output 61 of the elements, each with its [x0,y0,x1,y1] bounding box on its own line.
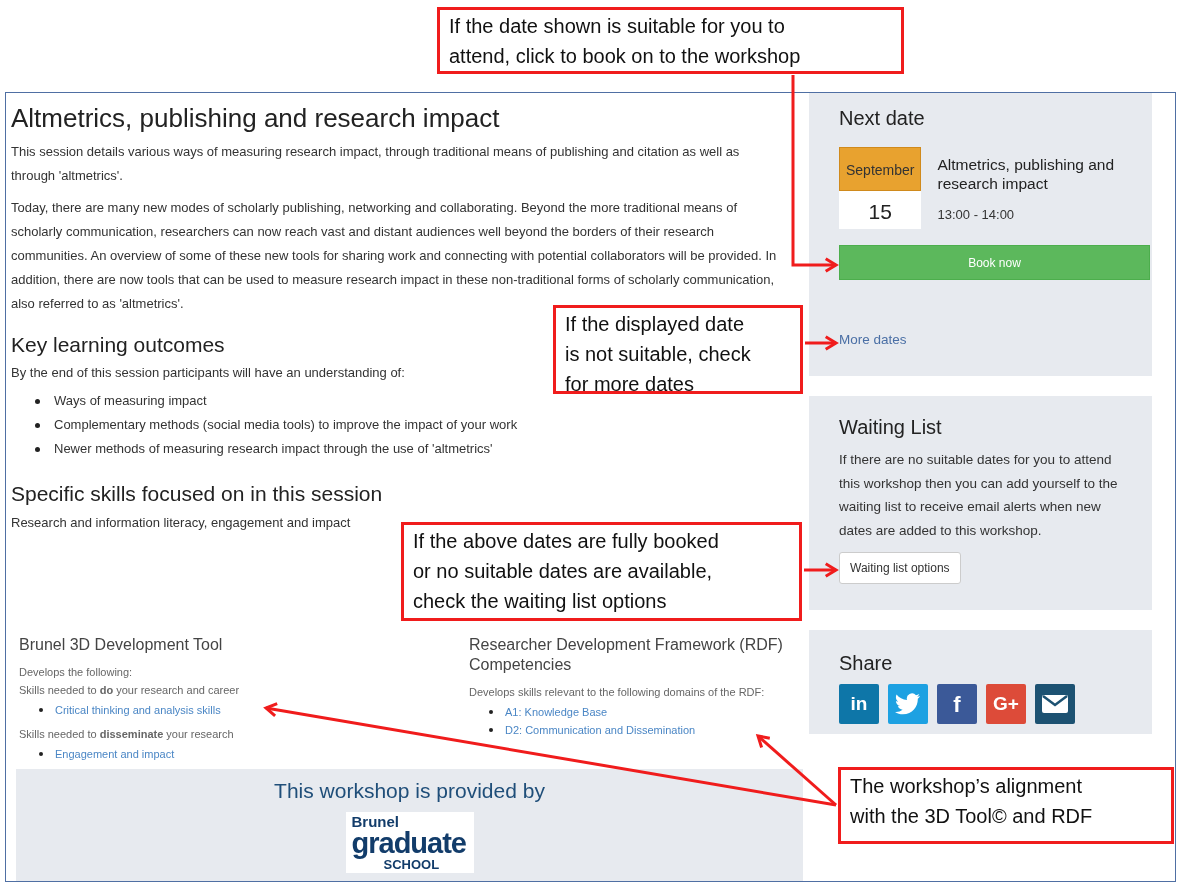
book-button[interactable]: Book now [839,245,1150,280]
mail-icon [1041,694,1069,714]
provider-text: This workshop is provided by [274,777,545,804]
panel-heading: Share [839,651,894,676]
panel-heading: Next date [839,106,926,131]
callout-text: The workshop’s alignment [850,774,1083,799]
bullet-icon [489,727,493,732]
bird-share-button[interactable] [888,684,928,724]
skill-link[interactable]: A1: Knowledge Base [505,702,608,721]
callout-text: check the waiting list options [413,589,668,614]
section-heading: Specific skills focused on in this session [11,481,383,507]
bullet-icon [39,707,43,712]
page-title: Altmetrics, publishing and research impact [11,103,500,135]
callout-text: or no suitable dates are available, [413,559,714,584]
description-text: Develops skills relevant to the following domains of the RDF: [469,684,765,700]
paragraph: By the end of this session participants will have an understanding of: [11,364,405,383]
description-text: Develops the following: [19,664,133,680]
skill-link[interactable]: Engagement and impact [55,744,175,763]
section-heading: Key learning outcomes [11,332,225,358]
panel-text: If there are no suitable dates for you to attend this workshop then you can add yourself to the waiting list to receive email alerts when new dates are added to this workshop. [839,451,1119,540]
bullet-icon [39,751,43,756]
calendar-day: 15 [839,191,922,229]
logo-text: SCHOOL [383,858,440,872]
callout-text: If the above dates are fully booked [413,529,720,554]
email-share-button[interactable] [1035,684,1075,724]
logo-text: graduate [351,829,467,859]
skill-link[interactable]: Critical thinking and analysis skills [55,700,221,719]
callout-text: for more dates [565,372,695,397]
logo-text: Brunel [351,814,400,830]
list-item: Ways of measuring impact [54,392,207,411]
waiting-list-button[interactable]: Waiting list options [839,552,961,584]
callout-arrow [804,562,839,578]
callout-text: If the displayed date [565,312,745,337]
callout-text: is not suitable, check [565,342,752,367]
framework-heading: Brunel 3D Development Tool [19,634,223,655]
framework-heading: Researcher Development Framework (RDF) Competencies [469,634,784,675]
share-button[interactable]: G+ [986,684,1026,724]
event-title: Altmetrics, publishing and research impact [937,155,1116,193]
paragraph: Today, there are many new modes of scholarly publishing, networking and collaborating. Beyond the more traditional means of scholarly communication, researchers can now reach vast and distant audiences well beyond the borders of their research communities. An overview of some of these new tools for sharing work and connecting with potential collaborators will be provided. In addition, there are now tools that can be used to measure research impact in these non-traditional forms of scholarly communication, also referred to as 'altmetrics'. [11,199,778,314]
list-item: Newer methods of measuring research impact through the use of 'altmetrics' [54,440,493,459]
list-item: Complementary methods (social media tools) to improve the impact of your work [54,416,518,435]
bird-icon [895,693,921,715]
callout-text: If the date shown is suitable for you to [449,14,786,39]
callout-text: with the 3D Tool© and RDF [850,804,1094,829]
bullet-icon [35,446,40,452]
description-text: Skills needed to do your research and career [19,682,240,698]
more-dates-link[interactable]: More dates [839,330,907,351]
paragraph: Research and information literacy, engagement and impact [11,513,351,532]
bullet-icon [35,398,40,404]
share-button[interactable]: in [839,684,879,724]
event-time: 13:00 - 14:00 [937,206,1016,224]
calendar-month: September [839,147,922,191]
description-text: Skills needed to disseminate your research [19,726,234,742]
callout-text: attend, click to book on to the workshop [449,44,802,69]
paragraph: This session details various ways of measuring research impact, through traditional means of publishing and citation as well as through 'altmetrics'. [11,143,741,186]
bullet-icon [35,422,40,428]
share-button[interactable]: f [937,684,977,724]
panel-heading: Waiting List [839,415,943,440]
bullet-icon [489,709,493,714]
skill-link[interactable]: D2: Communication and Dissemination [505,720,696,739]
callout-arrow [805,335,839,351]
